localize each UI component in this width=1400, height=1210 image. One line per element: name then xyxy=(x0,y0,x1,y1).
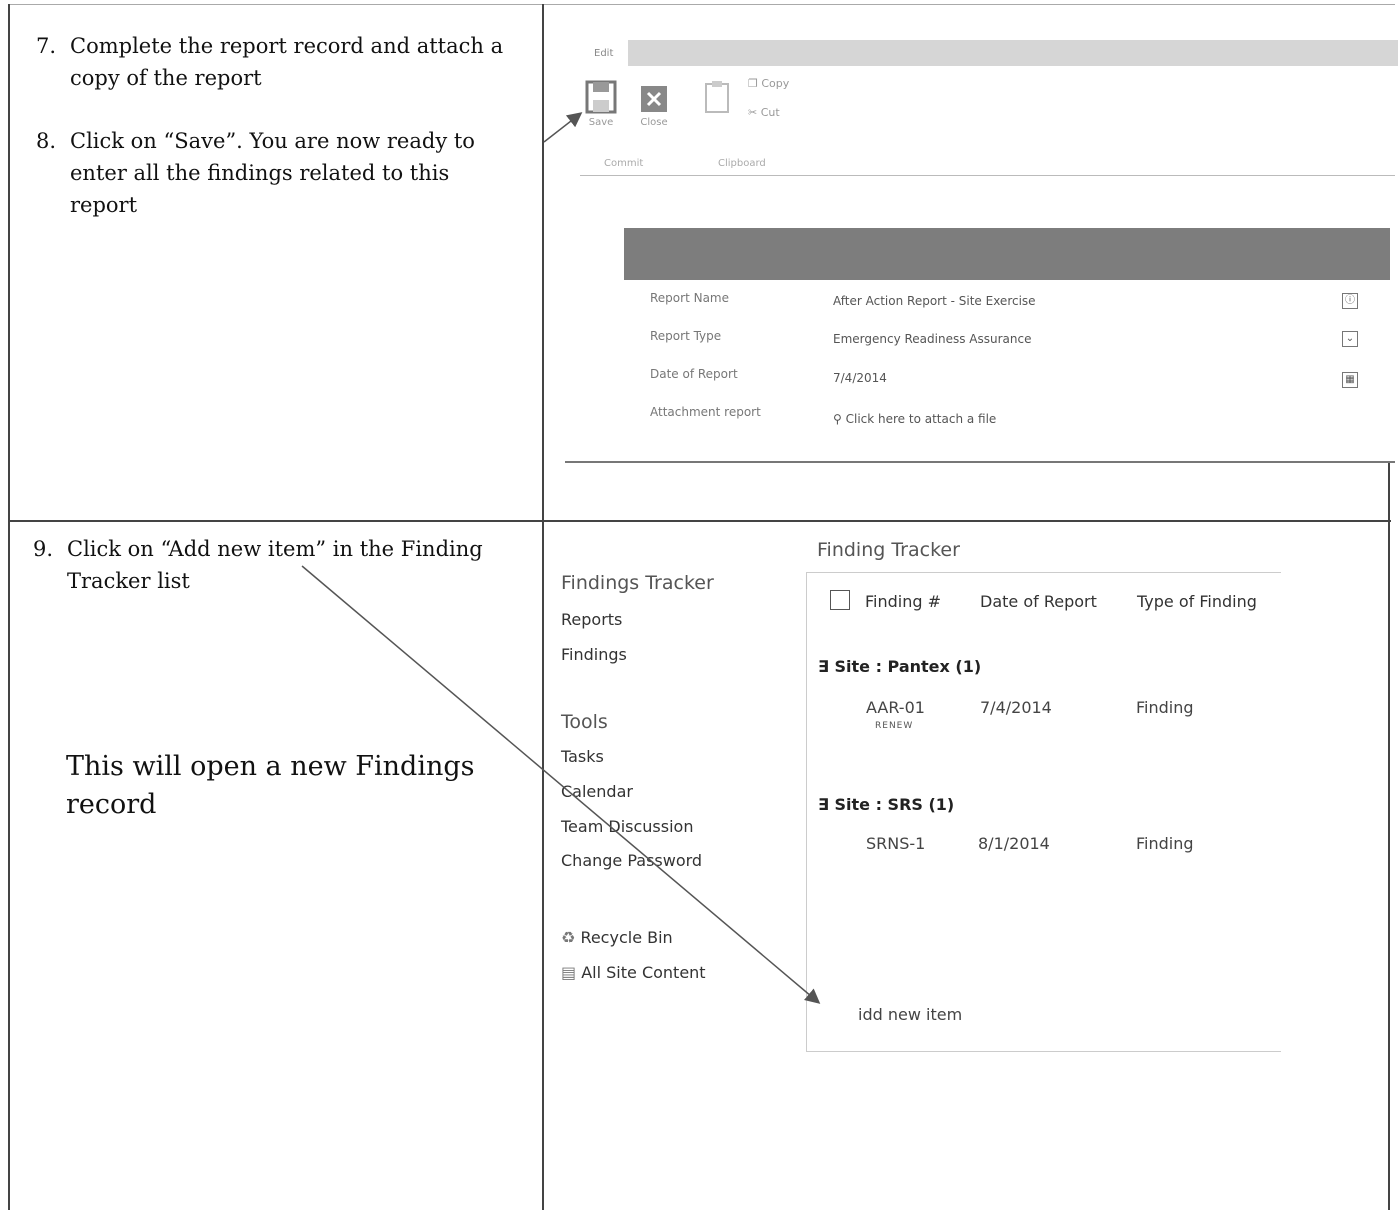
step-text-line: copy of the report xyxy=(70,66,262,90)
attach-file-link[interactable]: ⚲ Click here to attach a file xyxy=(833,412,996,426)
step-text-line: Complete the report record and attach a xyxy=(70,34,504,58)
field-info-icon[interactable]: ⓘ xyxy=(1342,293,1358,309)
attach-file-link-label: Click here to attach a file xyxy=(845,412,997,426)
nav-item-tasks[interactable]: Tasks xyxy=(561,747,604,766)
step-number: 7. xyxy=(36,34,57,58)
cut-button[interactable]: ✂ Cut xyxy=(748,106,780,119)
add-new-item-link[interactable]: idd new item xyxy=(858,1005,962,1024)
new-badge: RENEW xyxy=(875,721,914,731)
report-type-label: Report Type xyxy=(650,329,722,343)
step-text-line: Tracker list xyxy=(67,569,190,593)
group-header-pantex[interactable]: ∃ Site : Pantex (1) xyxy=(818,657,981,676)
step-8: 8. Click on “Save”. You are now ready to… xyxy=(36,125,536,225)
paste-icon xyxy=(705,81,729,113)
type-cell: Finding xyxy=(1136,834,1194,853)
ribbon-group-commit: Commit xyxy=(604,158,644,169)
report-name-field[interactable]: After Action Report - Site Exercise xyxy=(833,294,1036,308)
column-header-finding-number[interactable]: Finding # xyxy=(865,592,941,611)
copy-button-label: Copy xyxy=(761,77,790,90)
step-text-line: Click on “Save”. You are now ready to xyxy=(70,129,475,153)
column-header-date-of-report[interactable]: Date of Report xyxy=(980,592,1097,611)
type-cell: Finding xyxy=(1136,698,1194,717)
nav-item-reports[interactable]: Reports xyxy=(561,610,622,629)
step-9: 9. Click on “Add new item” in the Findin… xyxy=(33,533,533,603)
grid-border-top xyxy=(8,4,1395,5)
note-line: This will open a new Findings xyxy=(66,751,475,782)
date-of-report-field[interactable]: 7/4/2014 xyxy=(833,371,887,385)
finding-number-cell[interactable]: SRNS-1 xyxy=(866,834,925,853)
cut-button-label: Cut xyxy=(760,106,780,119)
step-number: 9. xyxy=(33,537,54,561)
step-text-line: report xyxy=(70,193,138,217)
nav-item-all-site-content[interactable]: ▤ All Site Content xyxy=(561,963,706,982)
scissors-icon: ✂ xyxy=(748,106,758,119)
nav-item-change-password[interactable]: Change Password xyxy=(561,851,702,870)
list-title[interactable]: Finding Tracker xyxy=(817,539,960,561)
report-type-select[interactable]: Emergency Readiness Assurance xyxy=(833,332,1031,346)
ribbon-bar xyxy=(628,40,1398,66)
save-button[interactable]: Save xyxy=(583,80,619,128)
save-button-label: Save xyxy=(588,117,614,128)
finding-number-cell[interactable]: AAR-01 xyxy=(866,698,925,717)
step-7: 7. Complete the report record and attach… xyxy=(36,30,536,100)
site-content-icon: ▤ xyxy=(561,963,577,982)
attachment-report-label: Attachment report xyxy=(650,405,761,419)
step-number: 8. xyxy=(36,129,57,153)
nav-item-team-discussion[interactable]: Team Discussion xyxy=(561,817,693,836)
note-text: This will open a new Findings record xyxy=(66,748,506,824)
form-header-band xyxy=(624,228,1390,280)
grid-border-right xyxy=(1388,462,1390,1210)
paste-button[interactable] xyxy=(700,80,734,117)
step-text: Click on “Add new item” in the Finding T… xyxy=(67,533,483,597)
nav-item-calendar[interactable]: Calendar xyxy=(561,782,633,801)
group-header-srs[interactable]: ∃ Site : SRS (1) xyxy=(818,795,954,814)
floppy-disk-icon xyxy=(585,80,617,114)
nav-item-recycle-bin[interactable]: ♻ Recycle Bin xyxy=(561,928,673,947)
ribbon-group-clipboard: Clipboard xyxy=(718,158,766,169)
close-form-icon xyxy=(641,86,667,112)
close-button[interactable]: Close xyxy=(636,84,672,128)
column-header-type-of-finding[interactable]: Type of Finding xyxy=(1137,592,1257,611)
ribbon-tab-edit[interactable]: Edit xyxy=(594,48,613,59)
nav-heading-findings-tracker[interactable]: Findings Tracker xyxy=(561,572,714,594)
nav-item-recycle-bin-label: Recycle Bin xyxy=(580,928,673,947)
date-cell: 8/1/2014 xyxy=(978,834,1050,853)
nav-item-findings[interactable]: Findings xyxy=(561,645,627,664)
step-text: Complete the report record and attach a … xyxy=(70,30,510,94)
copy-icon: ❐ xyxy=(748,77,758,90)
grid-divider-horizontal xyxy=(8,520,1391,522)
nav-heading-tools[interactable]: Tools xyxy=(561,711,608,733)
paperclip-icon: ⚲ xyxy=(833,412,846,426)
note-line: record xyxy=(66,789,157,820)
step-text: Click on “Save”. You are now ready to en… xyxy=(70,125,475,221)
ribbon-separator xyxy=(580,175,1395,176)
arrow-to-save-button xyxy=(543,112,583,143)
step-text-line: enter all the findings related to this xyxy=(70,161,450,185)
close-button-label: Close xyxy=(640,117,668,128)
grid-divider-vertical xyxy=(542,4,544,1210)
nav-item-all-site-content-label: All Site Content xyxy=(581,963,706,982)
form-bottom-rule xyxy=(565,461,1395,463)
recycle-bin-icon: ♻ xyxy=(561,928,576,947)
select-all-checkbox[interactable] xyxy=(830,590,850,610)
copy-button[interactable]: ❐ Copy xyxy=(748,77,789,90)
calendar-icon[interactable]: ▦ xyxy=(1342,372,1358,388)
chevron-down-icon[interactable]: ⌄ xyxy=(1342,331,1358,347)
report-name-label: Report Name xyxy=(650,291,729,305)
step-text-line: Click on “Add new item” in the Finding xyxy=(67,537,483,561)
date-cell: 7/4/2014 xyxy=(980,698,1052,717)
date-of-report-label: Date of Report xyxy=(650,367,738,381)
grid-border-left xyxy=(8,4,10,1210)
